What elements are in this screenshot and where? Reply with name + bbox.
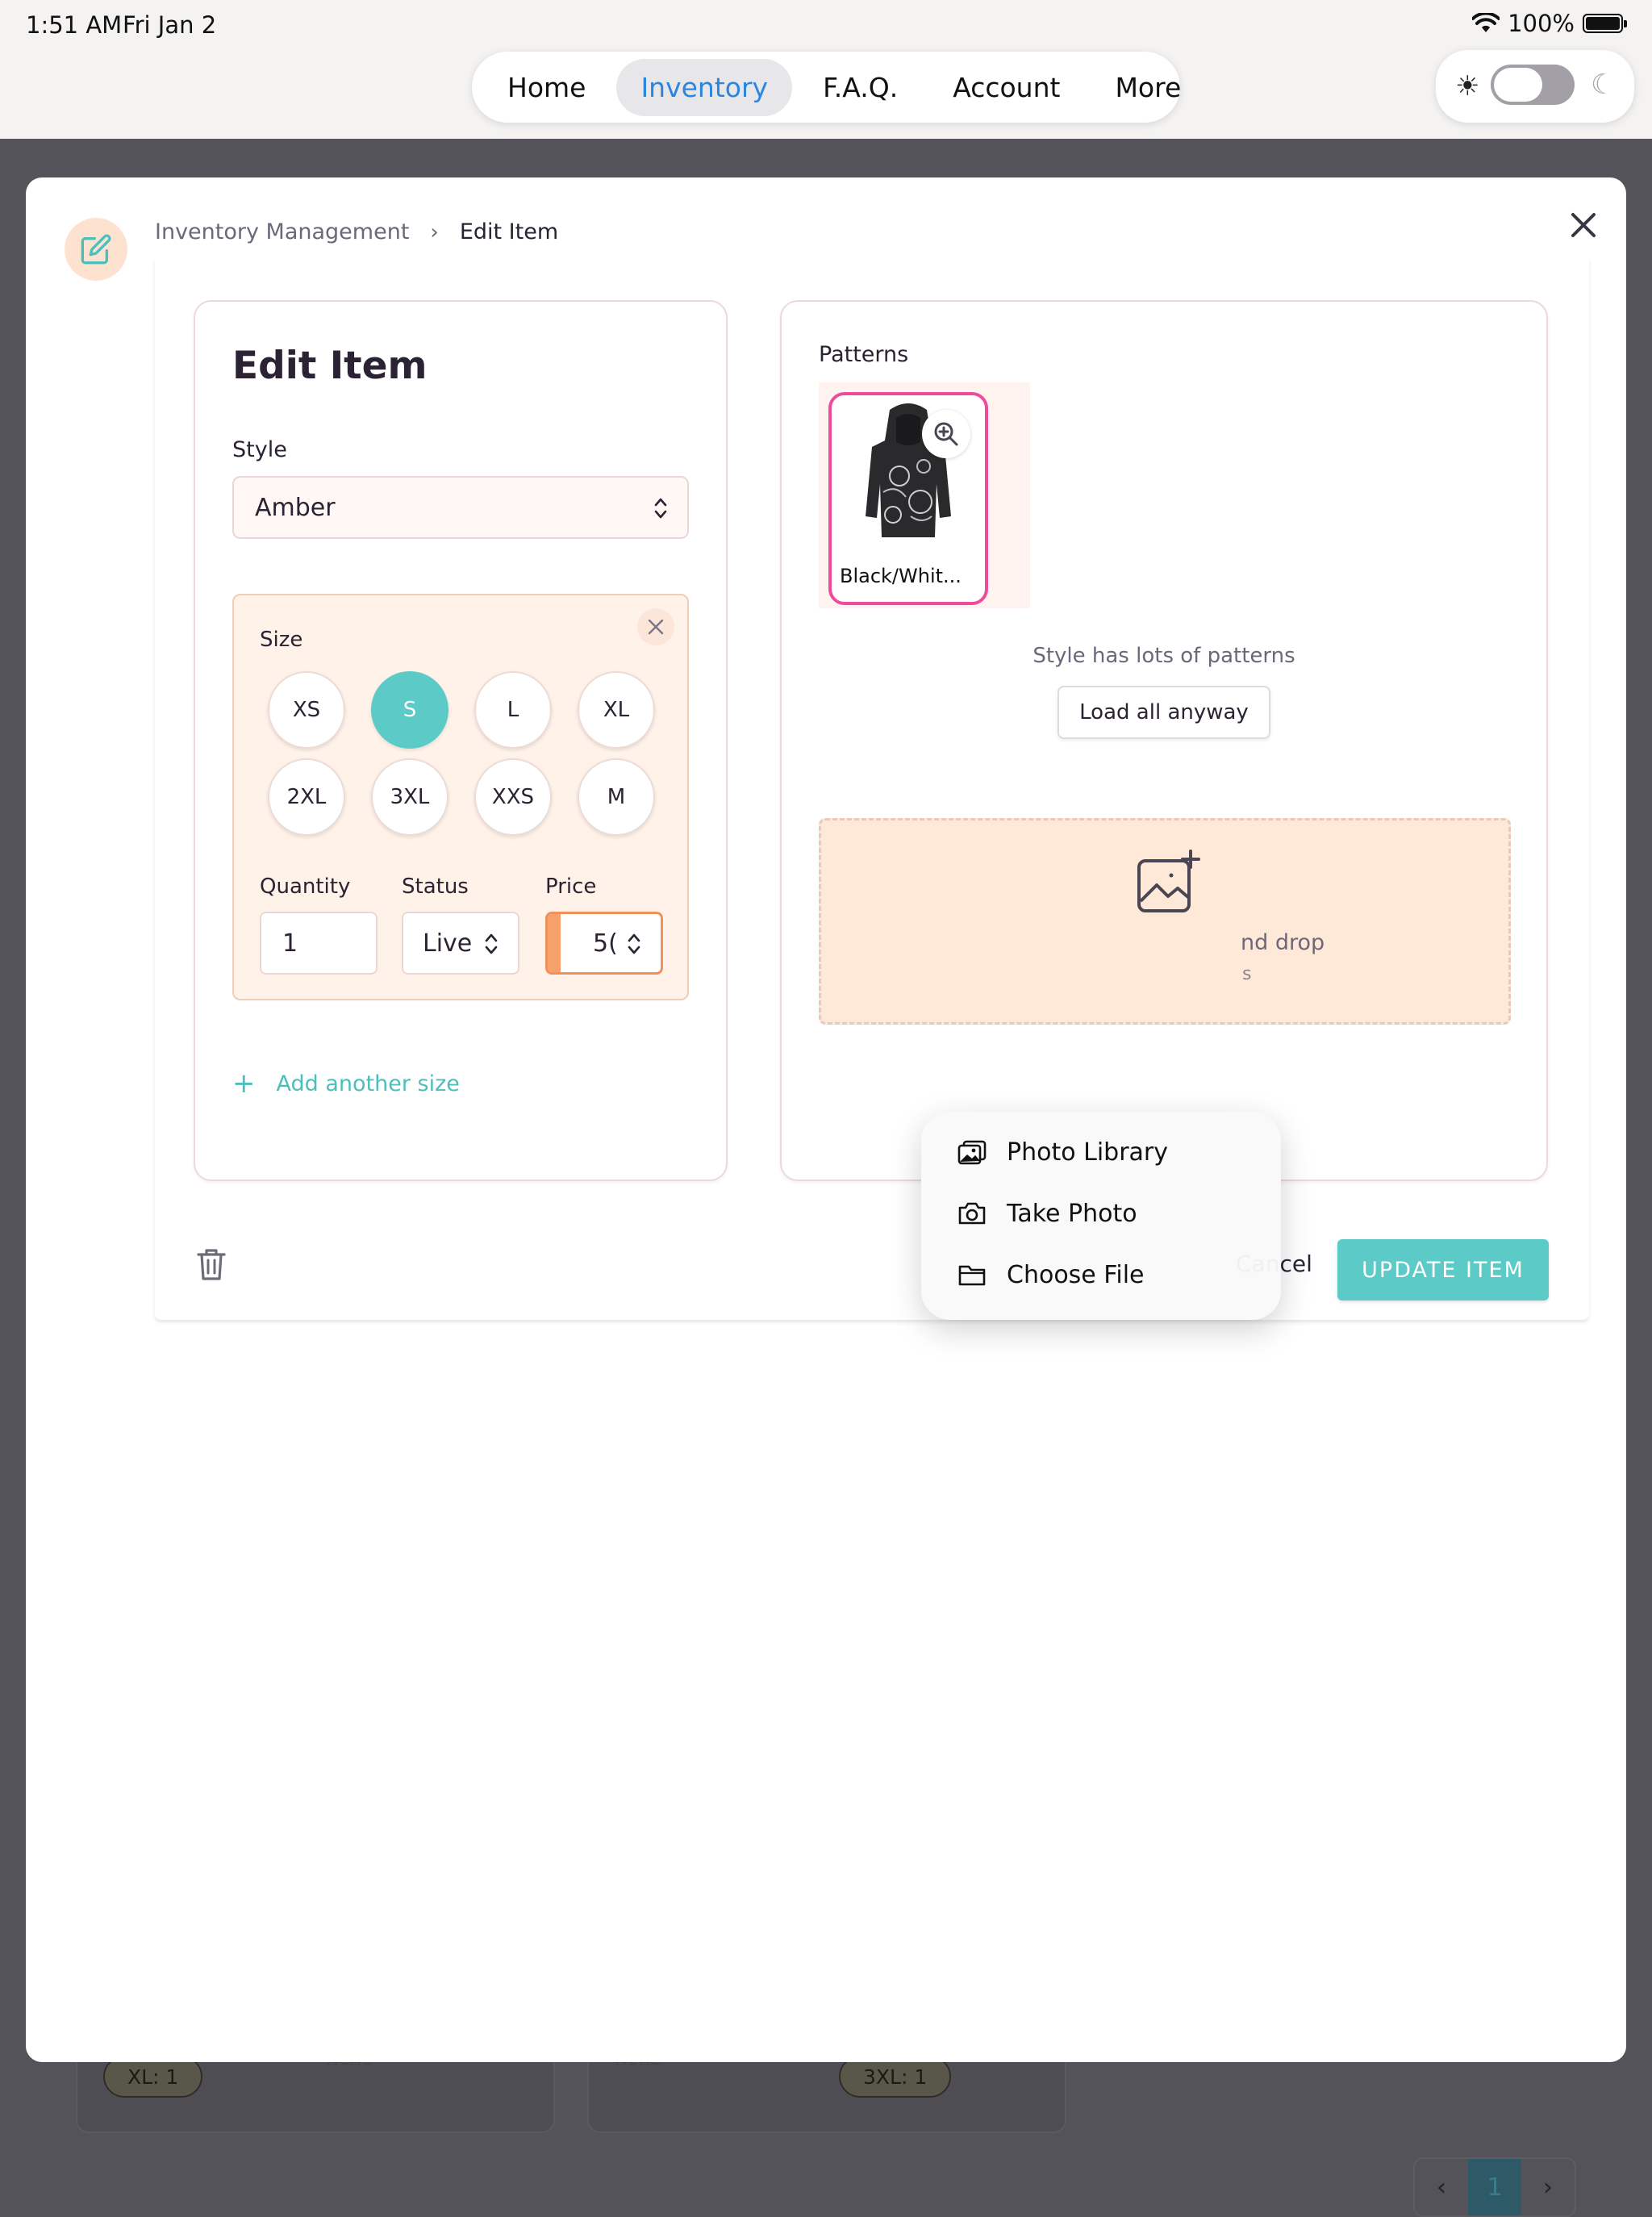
photo-source-menu: Photo Library Take Photo Choose File	[921, 1112, 1281, 1320]
status-select[interactable]: Live	[402, 912, 519, 975]
breadcrumb-current: Edit Item	[459, 219, 559, 244]
theme-switch[interactable]	[1491, 65, 1575, 105]
plus-icon: +	[232, 1067, 256, 1100]
top-nav: Home Inventory F.A.Q. Account More	[472, 52, 1181, 123]
edit-item-modal: Inventory Management › Edit Item Edit It…	[26, 177, 1626, 2062]
add-size-label: Add another size	[276, 1071, 460, 1096]
battery-icon	[1583, 14, 1627, 33]
status-date: Fri Jan 2	[123, 11, 217, 39]
pager-current-page[interactable]: 1	[1468, 2159, 1521, 2215]
switch-knob	[1494, 68, 1542, 102]
close-icon	[648, 619, 664, 635]
patterns-panel: Patterns Black/Whit... Style has lots of…	[780, 300, 1548, 1181]
pattern-list: Black/Whit...	[819, 382, 1030, 608]
nav-inventory[interactable]: Inventory	[616, 58, 793, 116]
battery-percent: 100%	[1508, 10, 1575, 37]
price-focus-bar	[548, 914, 561, 972]
dropzone-text: nd drop	[1241, 930, 1325, 955]
status-label: Status	[402, 875, 469, 899]
camera-icon	[958, 1202, 986, 1225]
menu-item-label: Photo Library	[1007, 1138, 1169, 1167]
theme-toggle[interactable]: ☀ ☾	[1436, 50, 1634, 123]
status-indicators: 100%	[1472, 10, 1627, 37]
chevron-right-icon: ›	[430, 219, 439, 244]
size-entry: Size XS S L XL 2XL 3XL XXS M Quantity St…	[232, 594, 689, 1000]
nav-more[interactable]: More	[1091, 59, 1205, 116]
zoom-button[interactable]	[922, 410, 970, 458]
trash-icon[interactable]	[195, 1246, 227, 1282]
menu-item-label: Take Photo	[1007, 1199, 1137, 1228]
quantity-input[interactable]: 1	[260, 912, 378, 975]
update-item-button[interactable]: UPDATE ITEM	[1337, 1239, 1549, 1301]
chevron-updown-icon[interactable]	[627, 931, 641, 957]
nav-home[interactable]: Home	[483, 59, 610, 116]
page-title: Edit Item	[232, 344, 428, 388]
load-all-button[interactable]: Load all anyway	[1058, 686, 1270, 739]
size-label: Size	[260, 628, 303, 652]
chevron-updown-icon	[485, 933, 498, 954]
close-icon[interactable]	[1563, 205, 1604, 245]
price-value: 5(	[593, 929, 618, 958]
size-option-xl[interactable]: XL	[578, 671, 655, 749]
size-option-2xl[interactable]: 2XL	[268, 758, 345, 836]
pager-next-button[interactable]: ›	[1521, 2159, 1575, 2215]
pagination: ‹ 1 ›	[1413, 2157, 1576, 2217]
menu-item-choose-file[interactable]: Choose File	[957, 1259, 1145, 1291]
add-size-button[interactable]: + Add another size	[232, 1070, 460, 1097]
status-value: Live	[423, 929, 473, 958]
menu-item-label: Choose File	[1007, 1260, 1145, 1289]
menu-item-photo-library[interactable]: Photo Library	[957, 1136, 1168, 1168]
image-dropzone[interactable]: nd drop s	[819, 818, 1511, 1025]
size-option-s[interactable]: S	[371, 671, 448, 749]
size-option-xxs[interactable]: XXS	[474, 758, 552, 836]
moon-icon: ☾	[1591, 69, 1616, 101]
item-details-panel: Edit Item Style Amber Size XS S L XL 2XL…	[194, 300, 728, 1181]
style-value: Amber	[255, 494, 336, 522]
chevron-updown-icon	[654, 498, 667, 519]
patterns-label: Patterns	[819, 342, 909, 367]
quantity-label: Quantity	[260, 875, 351, 899]
size-option-m[interactable]: M	[578, 758, 655, 836]
edit-badge	[65, 218, 127, 281]
breadcrumb-parent[interactable]: Inventory Management	[155, 219, 409, 244]
patterns-note: Style has lots of patterns	[1032, 644, 1295, 668]
pattern-name: Black/Whit...	[840, 565, 962, 587]
style-label: Style	[232, 437, 287, 462]
size-option-xs[interactable]: XS	[268, 671, 345, 749]
style-select[interactable]: Amber	[232, 476, 689, 539]
price-label: Price	[545, 875, 597, 899]
dropzone-subtext: s	[1242, 964, 1252, 984]
status-time: 1:51 AM	[26, 11, 123, 39]
menu-item-take-photo[interactable]: Take Photo	[957, 1197, 1137, 1230]
sun-icon: ☀	[1455, 70, 1480, 102]
remove-size-button[interactable]	[637, 608, 674, 645]
size-option-3xl[interactable]: 3XL	[371, 758, 448, 836]
zoom-in-icon	[934, 422, 958, 446]
wifi-icon	[1472, 13, 1500, 32]
folder-icon	[958, 1265, 986, 1286]
price-stepper[interactable]: 5(	[545, 912, 663, 975]
pattern-card[interactable]: Black/Whit...	[828, 392, 988, 605]
nav-faq[interactable]: F.A.Q.	[799, 59, 922, 116]
edit-icon	[81, 234, 111, 265]
breadcrumb: Inventory Management › Edit Item	[155, 219, 558, 244]
nav-account[interactable]: Account	[928, 59, 1084, 116]
add-image-icon	[1137, 850, 1200, 912]
quantity-value: 1	[282, 929, 298, 958]
photo-library-icon	[957, 1140, 987, 1165]
size-option-l[interactable]: L	[474, 671, 552, 749]
pager-prev-button[interactable]: ‹	[1415, 2159, 1468, 2215]
